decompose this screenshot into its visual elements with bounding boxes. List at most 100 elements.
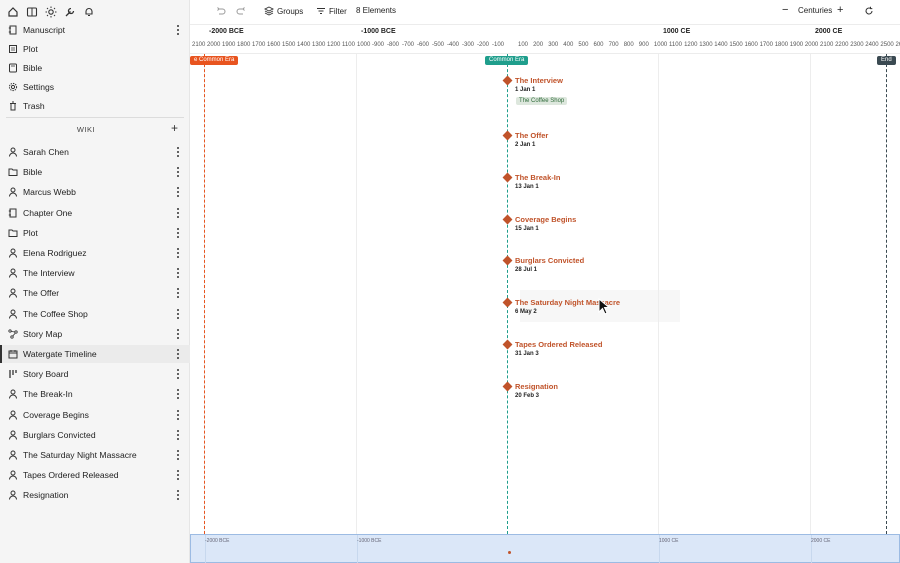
more-options-icon[interactable] xyxy=(176,328,180,340)
sidebar-item-the-interview[interactable]: The Interview xyxy=(0,264,190,282)
person-icon xyxy=(8,248,18,258)
sidebar-item-marcus-webb[interactable]: Marcus Webb xyxy=(0,183,190,201)
more-options-icon[interactable] xyxy=(176,166,180,178)
wiki-add-button[interactable]: + xyxy=(171,122,178,134)
more-options-icon[interactable] xyxy=(176,287,180,299)
sidebar-item-label: The Interview xyxy=(23,268,75,279)
sidebar-item-sarah-chen[interactable]: Sarah Chen xyxy=(0,143,190,161)
sidebar-item-plot[interactable]: Plot xyxy=(0,40,190,58)
ruler-minor-label: 2200 xyxy=(835,42,849,48)
more-options-icon[interactable] xyxy=(176,409,180,421)
ruler-major-label: -2000 BCE xyxy=(209,28,244,35)
event-marker[interactable] xyxy=(502,297,513,308)
sidebar-item-label: Bible xyxy=(23,167,43,178)
more-options-icon[interactable] xyxy=(176,186,180,198)
sidebar-item-manuscript[interactable]: Manuscript xyxy=(0,21,190,39)
more-options-icon[interactable] xyxy=(176,429,180,441)
era-tag[interactable]: Common Era xyxy=(485,56,529,65)
sidebar-item-story-board[interactable]: Story Board xyxy=(0,365,190,383)
era-tag[interactable]: e Common Era xyxy=(190,56,239,65)
ruler-minor-label: 1200 xyxy=(327,42,341,48)
ruler-minor-label: -700 xyxy=(402,42,415,48)
event-title[interactable]: Burglars Convicted xyxy=(515,256,584,265)
sidebar-item-the-saturday-night-massacre[interactable]: The Saturday Night Massacre xyxy=(0,446,190,464)
event-marker[interactable] xyxy=(502,255,513,266)
more-options-icon[interactable] xyxy=(176,388,180,400)
timeline-ruler[interactable]: -2000 BCE -1000 BCE 1000 CE 2000 CE 2100 2000… xyxy=(190,24,900,54)
more-options-icon[interactable] xyxy=(176,348,180,360)
sun-icon[interactable] xyxy=(44,5,58,19)
more-options-icon[interactable] xyxy=(176,308,180,320)
event-title[interactable]: The Interview xyxy=(515,76,563,85)
sidebar-item-settings[interactable]: Settings xyxy=(0,78,190,96)
timeline-toolbar: Groups Filter 8 Elements − Centuries + xyxy=(190,0,900,24)
person-icon xyxy=(8,147,18,157)
sidebar-item-label: Story Board xyxy=(23,369,69,380)
home-icon[interactable] xyxy=(6,5,20,19)
event-marker[interactable] xyxy=(502,130,513,141)
trash-icon xyxy=(8,101,18,111)
event-title[interactable]: Coverage Begins xyxy=(515,215,576,224)
sidebar-item-label: Chapter One xyxy=(23,207,73,218)
sidebar-item-the-offer[interactable]: The Offer xyxy=(0,284,190,302)
sidebar-item-bible[interactable]: Bible xyxy=(0,59,190,77)
event-marker[interactable] xyxy=(502,75,513,86)
groups-button[interactable]: Groups xyxy=(264,6,303,16)
event-title[interactable]: The Break-In xyxy=(515,173,560,182)
timeline-minimap[interactable]: -2000 BCE -1000 BCE 1000 CE 2000 CE xyxy=(190,534,900,563)
filter-button[interactable]: Filter xyxy=(316,6,347,16)
event-date: 6 May 2 xyxy=(515,309,537,315)
bell-icon[interactable] xyxy=(82,5,96,19)
more-options-icon[interactable] xyxy=(176,267,180,279)
book-icon[interactable] xyxy=(25,5,39,19)
more-options-icon[interactable] xyxy=(176,449,180,461)
more-options-icon[interactable] xyxy=(176,247,180,259)
sidebar-item-plot[interactable]: Plot xyxy=(0,224,190,242)
event-marker[interactable] xyxy=(502,214,513,225)
zoom-out-button[interactable]: − xyxy=(782,4,788,16)
sidebar-item-burglars-convicted[interactable]: Burglars Convicted xyxy=(0,426,190,444)
person-icon xyxy=(8,410,18,420)
sidebar-item-watergate-timeline[interactable]: Watergate Timeline xyxy=(0,345,190,363)
person-icon xyxy=(8,309,18,319)
sidebar-item-elena-rodriguez[interactable]: Elena Rodriguez xyxy=(0,244,190,262)
more-options-icon[interactable] xyxy=(176,469,180,481)
sidebar-item-tapes-ordered-released[interactable]: Tapes Ordered Released xyxy=(0,466,190,484)
zoom-in-button[interactable]: + xyxy=(837,4,843,16)
event-title[interactable]: Resignation xyxy=(515,382,558,391)
ruler-minor-label: 2000 xyxy=(804,42,819,48)
event-title[interactable]: Tapes Ordered Released xyxy=(515,340,602,349)
event-marker[interactable] xyxy=(502,381,513,392)
event-tag[interactable]: The Coffee Shop xyxy=(516,97,568,105)
more-options-icon[interactable] xyxy=(176,146,180,158)
wrench-icon[interactable] xyxy=(63,5,77,19)
more-options-icon[interactable] xyxy=(176,368,180,380)
more-options-icon[interactable] xyxy=(176,227,180,239)
more-options-icon[interactable] xyxy=(176,207,180,219)
minimap-label: 1000 CE xyxy=(659,538,679,544)
ruler-minor-label: 2600 xyxy=(895,42,900,48)
sidebar-item-story-map[interactable]: Story Map xyxy=(0,325,190,343)
more-options-icon[interactable] xyxy=(176,24,180,36)
undo-button[interactable] xyxy=(216,6,226,16)
redo-button[interactable] xyxy=(236,6,246,16)
more-options-icon[interactable] xyxy=(176,489,180,501)
timeline-canvas[interactable]: e Common Era Common Era End The Interview 1 … xyxy=(190,54,900,534)
sidebar-item-the-coffee-shop[interactable]: The Coffee Shop xyxy=(0,305,190,323)
event-marker[interactable] xyxy=(502,339,513,350)
sidebar-item-chapter-one[interactable]: Chapter One xyxy=(0,204,190,222)
era-tag[interactable]: End xyxy=(877,56,896,65)
sidebar-item-bible[interactable]: Bible xyxy=(0,163,190,181)
sidebar-item-resignation[interactable]: Resignation xyxy=(0,486,190,504)
app-window: Manuscript Plot Bible Settings Trash WIKI + … xyxy=(0,0,900,563)
sidebar-item-trash[interactable]: Trash xyxy=(0,97,190,115)
ruler-minor-label: -500 xyxy=(432,42,445,48)
event-title[interactable]: The Offer xyxy=(515,131,548,140)
sidebar-item-the-break-in[interactable]: The Break-In xyxy=(0,385,190,403)
ruler-minor-label: -600 xyxy=(417,42,430,48)
sidebar-item-coverage-begins[interactable]: Coverage Begins xyxy=(0,406,190,424)
reset-view-button[interactable] xyxy=(864,6,874,16)
map-icon xyxy=(8,329,18,339)
event-marker[interactable] xyxy=(502,172,513,183)
minimap-label: 2000 CE xyxy=(811,538,831,544)
